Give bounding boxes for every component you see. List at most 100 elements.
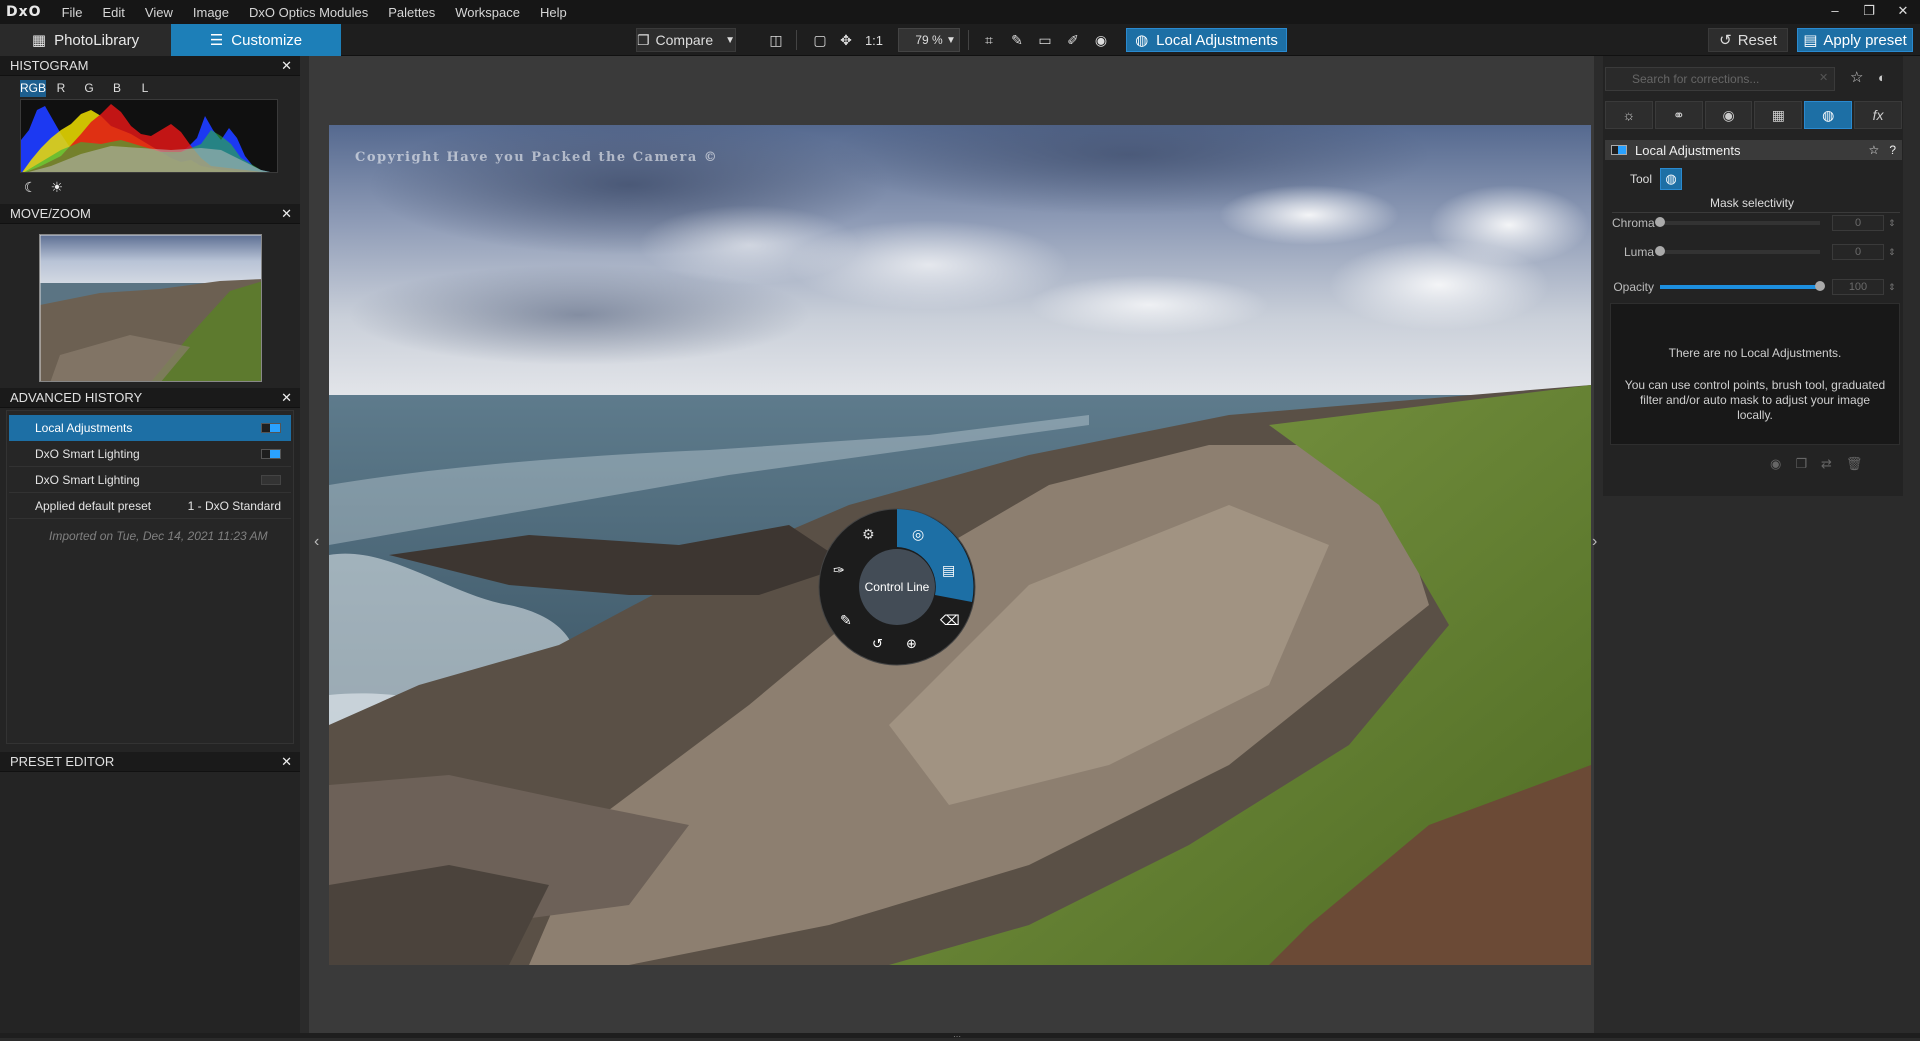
move-icon[interactable]: ✥ [836, 28, 856, 52]
fx-icon[interactable]: fx [1854, 101, 1902, 129]
menu-image[interactable]: Image [183, 5, 239, 20]
navigator-thumbnail[interactable] [39, 234, 262, 382]
tab-photolibrary[interactable]: ▦ PhotoLibrary [0, 24, 171, 56]
history-item-label: DxO Smart Lighting [35, 472, 140, 487]
swap-icon[interactable]: ⇄ [1821, 456, 1832, 472]
eye-off-icon[interactable]: ◉ [1770, 456, 1781, 472]
toggle-icon[interactable]: ◐ [1878, 70, 1886, 85]
horizon-icon[interactable]: ▭ [1034, 28, 1056, 52]
undo-icon[interactable]: ↺ [872, 636, 883, 652]
histogram-header: HISTOGRAM ✕ [0, 56, 300, 76]
local-adjust-icon[interactable]: ◍ [1804, 101, 1853, 129]
gear-icon[interactable]: ⚙ [862, 526, 875, 543]
detail-icon[interactable]: ◉ [1704, 101, 1753, 129]
chroma-value[interactable]: 0 [1832, 215, 1884, 231]
sun-icon[interactable]: ☀ [51, 179, 64, 196]
split-view-icon[interactable]: ◫ [766, 28, 786, 52]
grip-handle[interactable]: ⋯ [953, 1032, 962, 1041]
copy-icon[interactable]: ❐ [1795, 456, 1807, 472]
chevron-left-icon[interactable]: ‹ [314, 533, 319, 551]
tab-customize-label: Customize [231, 31, 303, 49]
opacity-knob[interactable] [1815, 281, 1825, 291]
reset-button[interactable]: ↺ Reset [1708, 28, 1788, 52]
menu-palettes[interactable]: Palettes [378, 5, 445, 20]
zoom-dropdown-icon[interactable]: ▼ [942, 28, 960, 52]
color-circles-icon[interactable]: ⚭ [1654, 101, 1703, 129]
crop-icon[interactable]: ⌗ [978, 28, 1000, 52]
fit-screen-icon[interactable]: ▢ [810, 28, 830, 52]
eyedropper-icon[interactable]: ✎ [1006, 28, 1028, 52]
close-icon[interactable]: ✕ [281, 58, 292, 74]
history-toggle[interactable] [261, 448, 281, 459]
chroma-slider[interactable] [1655, 217, 1820, 227]
channel-tab-r[interactable]: R [48, 80, 74, 97]
close-icon[interactable]: ✕ [281, 754, 292, 770]
clear-search-icon[interactable]: ✕ [1819, 71, 1828, 84]
channel-tab-b[interactable]: B [104, 80, 130, 97]
opacity-slider[interactable] [1660, 281, 1825, 291]
la-title: Local Adjustments [1635, 142, 1741, 158]
geometry-icon[interactable]: ▦ [1754, 101, 1803, 129]
chevron-right-icon[interactable]: › [1592, 533, 1597, 551]
channel-tab-l[interactable]: L [132, 80, 158, 97]
history-toggle[interactable] [261, 422, 281, 433]
star-icon[interactable]: ☆ [1869, 143, 1880, 157]
thumbnail-image [40, 235, 261, 381]
palette-tabs: ☼ ⚭ ◉ ▦ ◍ fx [1605, 101, 1902, 129]
chroma-slider-row: Chroma 0 ⇕ [1612, 214, 1902, 232]
menu-help[interactable]: Help [530, 5, 577, 20]
star-icon[interactable]: ☆ [1850, 68, 1863, 86]
spinner-icon[interactable]: ⇕ [1888, 218, 1896, 229]
trash-icon[interactable]: 🗑 [1846, 456, 1863, 472]
menu-edit[interactable]: Edit [93, 5, 135, 20]
spinner-icon[interactable]: ⇕ [1888, 247, 1896, 258]
eraser-icon[interactable]: ⌫ [940, 612, 960, 629]
spinner-icon[interactable]: ⇕ [1888, 282, 1896, 293]
luma-slider[interactable] [1655, 246, 1820, 256]
tool-row: Tool ◍ [1630, 168, 1683, 190]
brush-icon[interactable]: ✎ [840, 612, 852, 629]
channel-tab-g[interactable]: G [76, 80, 102, 97]
chroma-knob[interactable] [1655, 217, 1665, 227]
close-icon[interactable]: ✕ [281, 390, 292, 406]
luma-value[interactable]: 0 [1832, 244, 1884, 260]
control-point-icon[interactable]: ◎ [912, 526, 924, 543]
help-icon[interactable]: ? [1889, 143, 1896, 157]
chevron-down-icon[interactable]: ▼ [725, 35, 735, 46]
repair-icon[interactable]: ✐ [1062, 28, 1084, 52]
history-item[interactable]: DxO Smart Lighting [9, 467, 291, 493]
minimize-button[interactable]: – [1818, 0, 1852, 24]
restore-button[interactable]: ❐ [1852, 0, 1886, 24]
channel-tab-rgb[interactable]: RGB [20, 80, 46, 97]
control-line-icon[interactable]: ▤ [942, 562, 955, 579]
local-adjustments-button[interactable]: ◍ Local Adjustments [1126, 28, 1287, 52]
watermark-text: Copyright Have you Packed the Camera © [355, 150, 719, 165]
one-to-one-button[interactable]: 1:1 [862, 28, 886, 52]
history-item[interactable]: DxO Smart Lighting [9, 441, 291, 467]
history-item[interactable]: Local Adjustments [9, 415, 291, 441]
menu-file[interactable]: File [52, 5, 93, 20]
sun-icon[interactable]: ☼ [1605, 101, 1653, 129]
palette-toggle[interactable] [1611, 145, 1627, 155]
luma-knob[interactable] [1655, 246, 1665, 256]
moon-icon[interactable]: ☾ [24, 179, 37, 196]
history-item[interactable]: Applied default preset 1 - DxO Standard [9, 493, 291, 519]
menu-view[interactable]: View [135, 5, 183, 20]
search-input[interactable]: Search for corrections... [1605, 67, 1835, 91]
close-icon[interactable]: ✕ [281, 206, 292, 222]
compare-button[interactable]: ❐ Compare ▼ [636, 28, 736, 52]
apply-preset-button[interactable]: ▤ Apply preset [1797, 28, 1913, 52]
close-window-button[interactable]: ✕ [1886, 0, 1920, 24]
menu-optics-modules[interactable]: DxO Optics Modules [239, 5, 378, 20]
add-icon[interactable]: ⊕ [906, 636, 917, 652]
menu-workspace[interactable]: Workspace [445, 5, 530, 20]
opacity-value[interactable]: 100 [1832, 279, 1884, 295]
history-toggle[interactable] [261, 474, 281, 485]
tab-customize[interactable]: ☰ Customize [171, 24, 341, 56]
eye-icon[interactable]: ◉ [1090, 28, 1112, 52]
history-item-label: Applied default preset [35, 498, 152, 513]
local-adjust-icon[interactable]: ◍ [1660, 168, 1683, 190]
auto-brush-icon[interactable]: ✑ [833, 562, 845, 579]
menu-bar: DxO File Edit View Image DxO Optics Modu… [0, 0, 1920, 24]
local-adjustments-header[interactable]: Local Adjustments ☆ ? [1605, 140, 1902, 160]
